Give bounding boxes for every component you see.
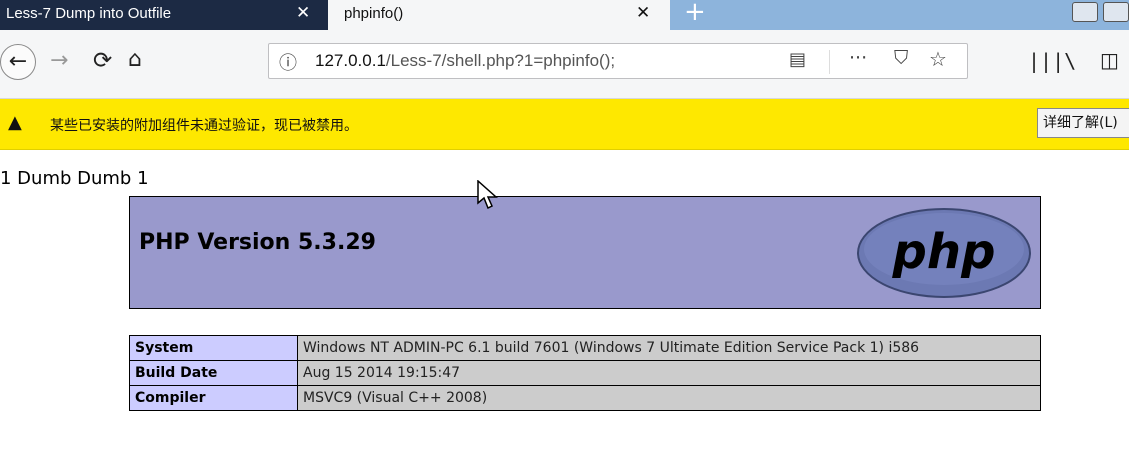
tab-phpinfo[interactable]: phpinfo() ✕ xyxy=(328,0,670,30)
url-path: /Less-7/shell.php?1=phpinfo(); xyxy=(385,51,616,70)
tab-less-7[interactable]: Less-7 Dump into Outfile ✕ xyxy=(0,0,328,30)
addon-notification-bar: ▲ 某些已安装的附加组件未通过验证，现已被禁用。 详细了解(L) xyxy=(0,99,1129,150)
row-value: Windows NT ADMIN-PC 6.1 build 7601 (Wind… xyxy=(297,335,1041,361)
home-button[interactable]: ⌂ xyxy=(128,47,142,72)
row-key: Compiler xyxy=(129,385,298,411)
warning-icon: ▲ xyxy=(8,112,22,133)
tab-close-button[interactable]: ✕ xyxy=(296,3,310,23)
table-row: System Windows NT ADMIN-PC 6.1 build 760… xyxy=(129,335,1041,361)
restore-window-icon[interactable] xyxy=(1072,2,1098,22)
reload-button[interactable]: ⟳ xyxy=(93,48,112,74)
url-divider xyxy=(829,50,830,74)
address-bar[interactable]: ⓘ 127.0.0.1/Less-7/shell.php?1=phpinfo()… xyxy=(268,43,968,79)
url-host: 127.0.0.1 xyxy=(315,51,386,70)
php-version-title: PHP Version 5.3.29 xyxy=(139,230,376,255)
query-output-text: 1 Dumb Dumb 1 xyxy=(0,168,149,189)
mouse-cursor-icon xyxy=(477,180,498,210)
back-button[interactable]: ← xyxy=(0,44,36,80)
close-window-icon[interactable] xyxy=(1103,2,1129,22)
notification-message: 某些已安装的附加组件未通过验证，现已被禁用。 xyxy=(50,118,358,134)
row-key: Build Date xyxy=(129,360,298,386)
row-key: System xyxy=(129,335,298,361)
tab-title: phpinfo() xyxy=(344,5,404,22)
info-icon[interactable]: ⓘ xyxy=(279,49,297,75)
phpinfo-table: System Windows NT ADMIN-PC 6.1 build 760… xyxy=(129,335,1041,411)
table-row: Build Date Aug 15 2014 19:15:47 xyxy=(129,360,1041,386)
library-icon[interactable]: |||\ xyxy=(1028,49,1076,73)
tab-title: Less-7 Dump into Outfile xyxy=(6,5,172,22)
php-logo[interactable]: php xyxy=(855,205,1033,301)
php-logo-text: php xyxy=(892,224,996,280)
tab-strip: Less-7 Dump into Outfile ✕ phpinfo() ✕ + xyxy=(0,0,1129,30)
php-version-header: PHP Version 5.3.29 php xyxy=(129,196,1041,309)
arrow-left-icon: ← xyxy=(8,49,28,74)
row-value: MSVC9 (Visual C++ 2008) xyxy=(297,385,1041,411)
tab-close-button[interactable]: ✕ xyxy=(636,3,650,23)
learn-more-button[interactable]: 详细了解(L) xyxy=(1037,108,1129,138)
reader-view-icon[interactable]: ▤ xyxy=(789,49,806,70)
bookmark-star-icon[interactable]: ☆ xyxy=(929,47,947,71)
sidebar-icon[interactable]: ◫ xyxy=(1100,48,1119,72)
url-text[interactable]: 127.0.0.1/Less-7/shell.php?1=phpinfo(); xyxy=(315,51,615,71)
new-tab-button[interactable]: + xyxy=(684,0,706,27)
row-value: Aug 15 2014 19:15:47 xyxy=(297,360,1041,386)
pocket-icon[interactable]: ⛉ xyxy=(894,47,908,69)
table-row: Compiler MSVC9 (Visual C++ 2008) xyxy=(129,385,1041,411)
page-actions-button[interactable]: ··· xyxy=(849,47,867,69)
forward-button[interactable]: → xyxy=(50,48,68,73)
